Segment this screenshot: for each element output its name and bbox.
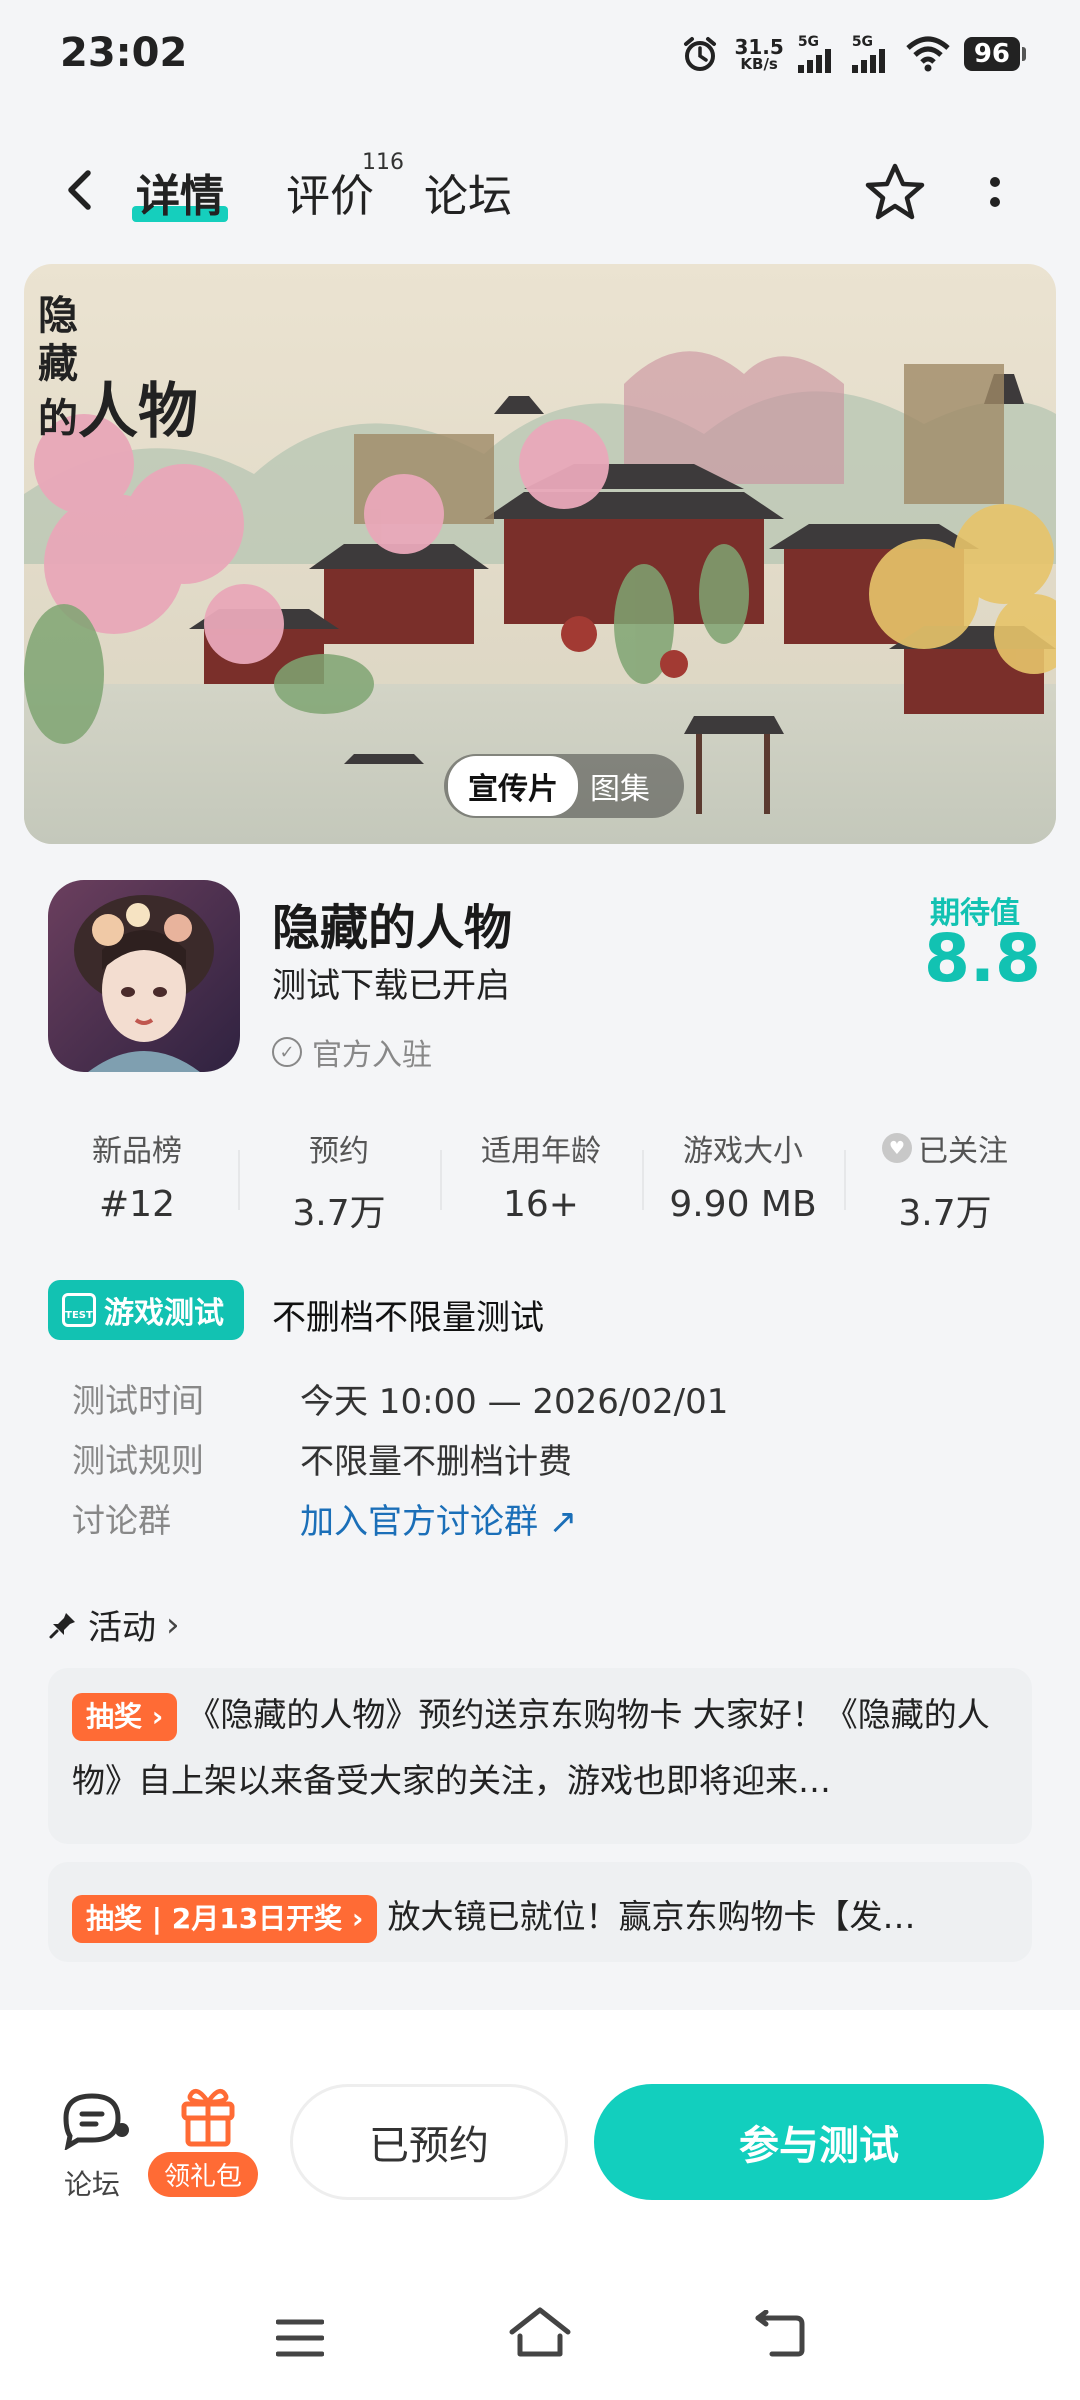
signal-icon — [851, 49, 885, 73]
net-speed: 31.5 KB/s — [734, 34, 784, 73]
test-time-label: 测试时间 — [72, 1381, 204, 1420]
external-link-icon: ↗ — [538, 1502, 578, 1542]
gift-icon[interactable] — [178, 2082, 238, 2148]
stat-new-rank[interactable]: 新品榜 #12 — [36, 1126, 238, 1246]
app-icon — [48, 880, 240, 1072]
app-name: 隐藏的人物 — [272, 900, 513, 956]
status-time: 23:02 — [60, 30, 188, 76]
stat-reservations: 预约 3.7万 — [238, 1126, 440, 1246]
lottery-tag: 抽奖 › — [72, 1692, 178, 1741]
activity-card[interactable]: 抽奖 | 2月13日开奖 › 放大镜已就位！赢京东购物卡【发… — [48, 1862, 1032, 1962]
test-time-value: 今天 10:00 — 2026/02/01 — [300, 1382, 729, 1422]
wifi-icon — [906, 36, 950, 72]
tab-reviews[interactable]: 评价 — [286, 160, 374, 224]
stat-game-size: 游戏大小 9.90 MB — [642, 1126, 844, 1246]
stat-age-rating[interactable]: 适用年龄 16+ — [440, 1126, 642, 1246]
system-back-icon[interactable] — [752, 2310, 806, 2358]
signal-icon — [797, 49, 831, 73]
reviews-count-badge: 116 — [362, 150, 404, 175]
test-icon: TEST — [62, 1293, 96, 1327]
forum-chat-icon[interactable] — [56, 2090, 132, 2150]
heart-icon: ♥ — [882, 1133, 912, 1163]
pin-icon — [49, 1612, 75, 1638]
signal-sim2: 5G — [851, 35, 892, 73]
tab-details[interactable]: 详情 — [132, 160, 228, 224]
activity-card[interactable]: 抽奖 › 《隐藏的人物》预约送京东购物卡 大家好！《隐藏的人物》自上架以来备受大家… — [48, 1668, 1032, 1844]
gift-pack-label[interactable]: 领礼包 — [148, 2152, 259, 2197]
app-subtitle: 测试下载已开启 — [272, 966, 510, 1006]
forum-label[interactable]: 论坛 — [64, 2163, 120, 2203]
status-icons: 31.5 KB/s 5G 5G 96 — [680, 34, 1027, 74]
join-test-button[interactable]: 参与测试 — [594, 2084, 1044, 2200]
expectation-score: 8.8 — [924, 920, 1041, 997]
test-title: 不删档不限量测试 — [272, 1298, 544, 1338]
discussion-group-label: 讨论群 — [72, 1501, 171, 1540]
official-badge: ✓ 官方入驻 — [272, 1030, 432, 1074]
app-icon-artwork — [48, 880, 240, 1072]
stat-followed[interactable]: ♥ 已关注 3.7万 — [844, 1126, 1046, 1246]
more-options-icon[interactable] — [980, 170, 1010, 220]
back-arrow-icon[interactable] — [56, 165, 106, 215]
banner-media-tabs: 宣传片 图集 — [444, 754, 684, 818]
tab-forum[interactable]: 论坛 — [424, 160, 512, 224]
signal-sim1: 5G — [797, 35, 838, 73]
home-icon[interactable] — [508, 2304, 572, 2360]
menu-icon[interactable] — [276, 2318, 324, 2358]
chevron-right-icon: › — [166, 1604, 180, 1645]
promo-banner[interactable]: 隐 藏 的人物 宣传片 图集 — [24, 264, 1056, 844]
stats-row: 新品榜 #12 预约 3.7万 适用年龄 16+ 游戏大小 9.90 MB ♥ 已… — [36, 1126, 1046, 1246]
test-rule-value: 不限量不删档计费 — [300, 1442, 572, 1482]
battery-icon: 96 — [963, 37, 1027, 71]
tab-trailer[interactable]: 宣传片 — [448, 756, 578, 816]
alarm-icon — [684, 37, 717, 71]
activities-header[interactable]: 活动 › — [48, 1600, 180, 1649]
join-group-link[interactable]: 加入官方讨论群 ↗ — [300, 1494, 577, 1543]
test-rule-label: 测试规则 — [72, 1441, 204, 1480]
reserved-button[interactable]: 已预约 — [290, 2084, 568, 2200]
game-test-tag: TEST 游戏测试 — [48, 1280, 244, 1340]
tab-gallery[interactable]: 图集 — [578, 756, 662, 816]
favorite-star-icon[interactable] — [860, 158, 930, 228]
lottery-tag: 抽奖 | 2月13日开奖 › — [72, 1894, 378, 1943]
check-circle-icon: ✓ — [272, 1037, 302, 1067]
banner-game-title: 隐 藏 的人物 — [38, 292, 198, 447]
